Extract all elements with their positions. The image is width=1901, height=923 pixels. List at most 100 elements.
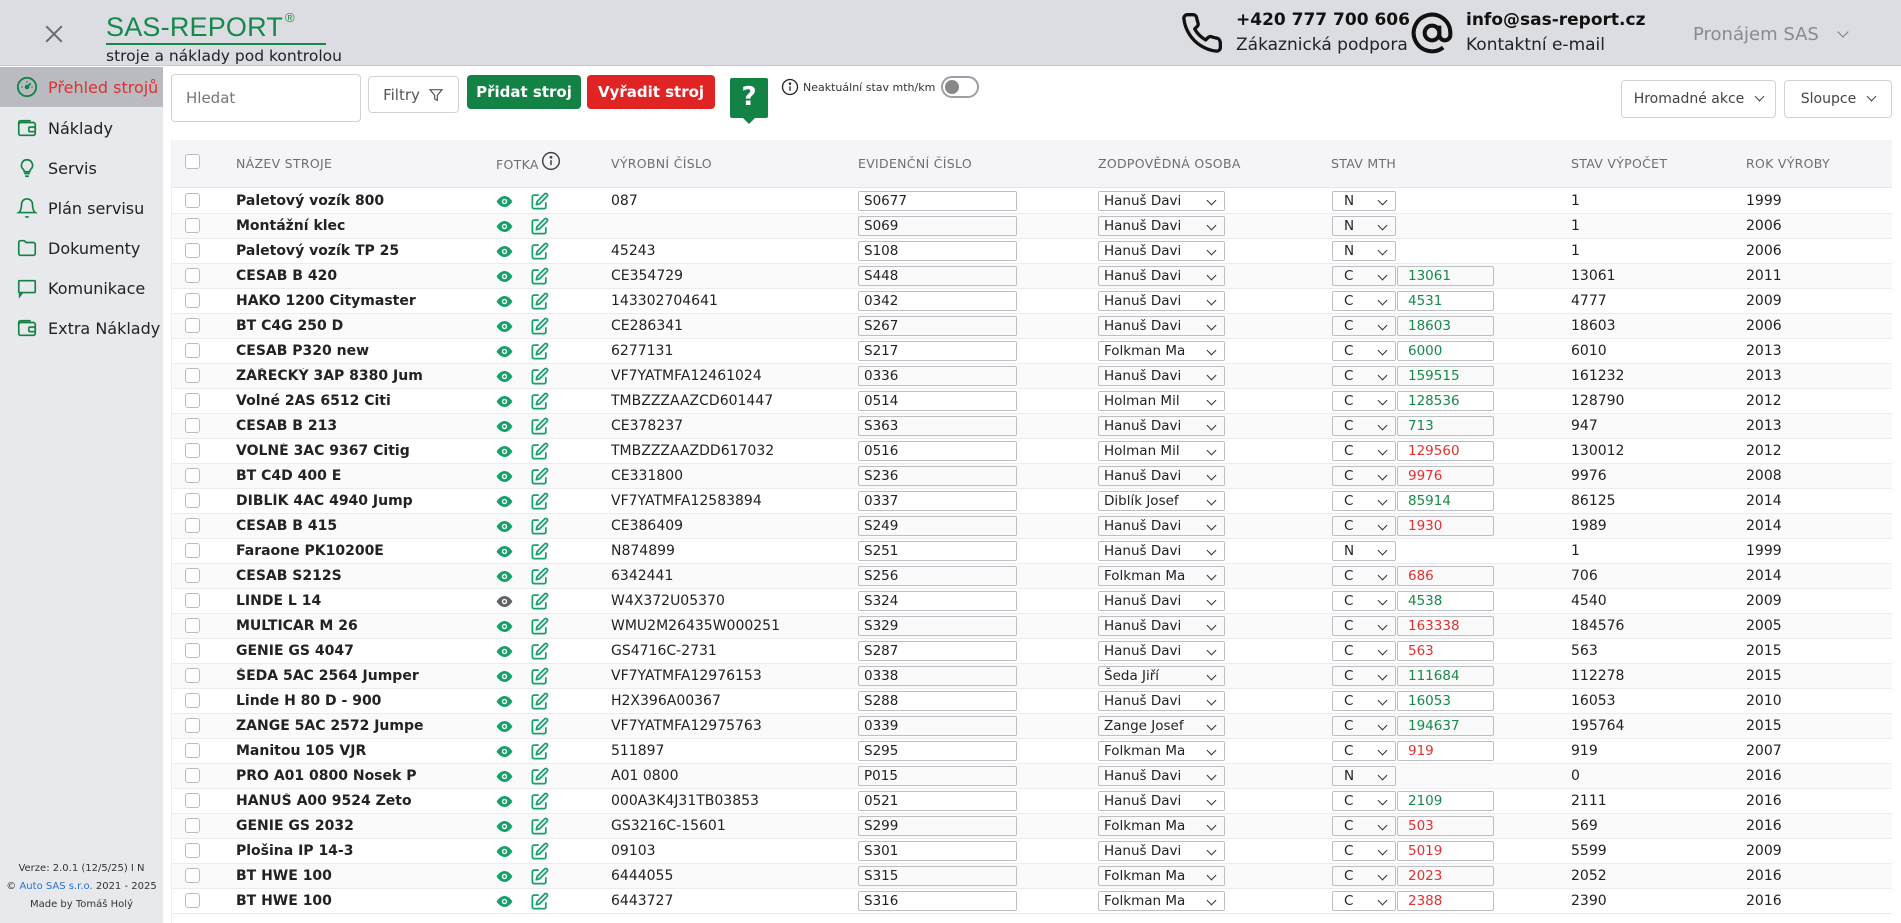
mth-value-input[interactable]: 194637 [1397, 716, 1494, 736]
mth-type-select[interactable]: C [1332, 366, 1396, 386]
eye-icon[interactable] [495, 442, 514, 461]
mth-value-input[interactable]: 163338 [1397, 616, 1494, 636]
edit-icon[interactable] [530, 267, 549, 286]
eye-icon[interactable] [495, 417, 514, 436]
table-row[interactable]: MULTICAR M 26 WMU2M26435W000251 S329 Hanuš … [172, 614, 1892, 639]
row-checkbox[interactable] [185, 368, 200, 383]
mth-type-select[interactable]: N [1332, 191, 1396, 211]
machine-name[interactable]: LINDE L 14 [236, 593, 432, 609]
mth-value-input[interactable]: 4538 [1397, 591, 1494, 611]
eye-icon[interactable] [495, 392, 514, 411]
mth-type-select[interactable]: C [1332, 516, 1396, 536]
mth-type-select[interactable]: N [1332, 241, 1396, 261]
machine-name[interactable]: CESAB S212S [236, 568, 432, 584]
row-checkbox[interactable] [185, 393, 200, 408]
table-row[interactable]: GENIE GS 4047 GS4716C-2731 S287 Hanuš Davi C… [172, 639, 1892, 664]
table-row[interactable]: Faraone PK10200E N874899 S251 Hanuš Davi N 1 1… [172, 539, 1892, 564]
stale-status-toggle[interactable] [941, 76, 980, 98]
mth-value-input[interactable]: 18603 [1397, 316, 1494, 336]
eye-icon[interactable] [495, 192, 514, 211]
evidence-number-input[interactable]: S217 [858, 341, 1017, 361]
evidence-number-input[interactable]: S324 [858, 591, 1017, 611]
row-checkbox[interactable] [185, 618, 200, 633]
column-header-photo[interactable]: FOTKA [496, 157, 539, 172]
edit-icon[interactable] [530, 867, 549, 886]
row-checkbox[interactable] [185, 468, 200, 483]
edit-icon[interactable] [530, 742, 549, 761]
evidence-number-input[interactable]: 0338 [858, 666, 1017, 686]
eye-icon[interactable] [495, 367, 514, 386]
responsible-person-select[interactable]: Zange Josef [1098, 716, 1225, 736]
row-checkbox[interactable] [185, 318, 200, 333]
table-row[interactable]: ZÁŘECKÝ 3AP 8380 Jum VF7YATMFA12461024 033… [172, 364, 1892, 389]
table-row[interactable]: Plošina IP 14-3 09103 S301 Hanuš Davi C 5019 5… [172, 839, 1892, 864]
mth-type-select[interactable]: C [1332, 641, 1396, 661]
mth-type-select[interactable]: C [1332, 616, 1396, 636]
mth-type-select[interactable]: C [1332, 441, 1396, 461]
eye-icon[interactable] [495, 617, 514, 636]
mth-value-input[interactable]: 159515 [1397, 366, 1494, 386]
responsible-person-select[interactable]: Hanuš Davi [1098, 616, 1225, 636]
table-row[interactable]: LINDE L 14 W4X372U05370 S324 Hanuš Davi C 453… [172, 589, 1892, 614]
table-row[interactable]: GENIE GS 2032 GS3216C-15601 S299 Folkman Ma… [172, 814, 1892, 839]
machine-name[interactable]: Plošina IP 14-3 [236, 843, 432, 859]
edit-icon[interactable] [530, 642, 549, 661]
sidebar-item-service-plan[interactable]: Plán servisu [0, 188, 163, 228]
eye-icon[interactable] [495, 567, 514, 586]
column-header-mth[interactable]: STAV MTH [1331, 156, 1396, 171]
evidence-number-input[interactable]: 0521 [858, 791, 1017, 811]
sidebar-item-communication[interactable]: Komunikace [0, 268, 163, 308]
table-row[interactable]: BT HWE 100 6443727 S316 Folkman Ma C 2388 2390… [172, 889, 1892, 914]
evidence-number-input[interactable]: S301 [858, 841, 1017, 861]
table-row[interactable]: Paletový vozík 800 087 S0677 Hanuš Davi N 1 19… [172, 189, 1892, 214]
row-checkbox[interactable] [185, 568, 200, 583]
responsible-person-select[interactable]: Hanuš Davi [1098, 841, 1225, 861]
sidebar-item-extra-costs[interactable]: Extra Náklady [0, 308, 163, 348]
responsible-person-select[interactable]: Hanuš Davi [1098, 216, 1225, 236]
evidence-number-input[interactable]: S256 [858, 566, 1017, 586]
evidence-number-input[interactable]: S0677 [858, 191, 1017, 211]
mth-value-input[interactable]: 919 [1397, 741, 1494, 761]
mth-type-select[interactable]: N [1332, 216, 1396, 236]
row-checkbox[interactable] [185, 643, 200, 658]
row-checkbox[interactable] [185, 293, 200, 308]
responsible-person-select[interactable]: Hanuš Davi [1098, 191, 1225, 211]
company-link[interactable]: Auto SAS s.r.o. [19, 881, 92, 892]
mth-type-select[interactable]: C [1332, 466, 1396, 486]
mth-value-input[interactable]: 111684 [1397, 666, 1494, 686]
edit-icon[interactable] [530, 442, 549, 461]
sidebar-item-costs[interactable]: Náklady [0, 108, 163, 148]
close-icon[interactable] [40, 20, 68, 48]
evidence-number-input[interactable]: S329 [858, 616, 1017, 636]
responsible-person-select[interactable]: Hanuš Davi [1098, 516, 1225, 536]
machine-name[interactable]: Linde H 80 D - 900 [236, 693, 432, 709]
machine-name[interactable]: VOLNÉ 3AC 9367 Citig [236, 443, 432, 459]
eye-icon[interactable] [495, 467, 514, 486]
column-header-name[interactable]: NÁZEV STROJE [236, 156, 332, 171]
table-row[interactable]: BT C4G 250 D CE286341 S267 Hanuš Davi C 18603… [172, 314, 1892, 339]
evidence-number-input[interactable]: S316 [858, 891, 1017, 911]
machine-name[interactable]: Faraone PK10200E [236, 543, 432, 559]
edit-icon[interactable] [530, 417, 549, 436]
edit-icon[interactable] [530, 717, 549, 736]
evidence-number-input[interactable]: P015 [858, 766, 1017, 786]
mth-type-select[interactable]: C [1332, 691, 1396, 711]
column-header-year[interactable]: ROK VÝROBY [1746, 156, 1830, 171]
table-row[interactable]: CESAB B 420 CE354729 S448 Hanuš Davi C 13061 1… [172, 264, 1892, 289]
machine-name[interactable]: GENIE GS 2032 [236, 818, 432, 834]
mth-value-input[interactable]: 129560 [1397, 441, 1494, 461]
responsible-person-select[interactable]: Hanuš Davi [1098, 466, 1225, 486]
row-checkbox[interactable] [185, 818, 200, 833]
machine-name[interactable]: Paletový vozík TP 25 [236, 243, 432, 259]
edit-icon[interactable] [530, 492, 549, 511]
retire-machine-button[interactable]: Vyřadit stroj [587, 75, 715, 109]
evidence-number-input[interactable]: S249 [858, 516, 1017, 536]
mth-value-input[interactable]: 9976 [1397, 466, 1494, 486]
edit-icon[interactable] [530, 617, 549, 636]
table-row[interactable]: VOLNÉ 3AC 9367 Citig TMBZZZAAZDD617032 051… [172, 439, 1892, 464]
edit-icon[interactable] [530, 592, 549, 611]
sidebar-item-documents[interactable]: Dokumenty [0, 228, 163, 268]
eye-icon[interactable] [495, 867, 514, 886]
responsible-person-select[interactable]: Hanuš Davi [1098, 691, 1225, 711]
mth-type-select[interactable]: C [1332, 591, 1396, 611]
